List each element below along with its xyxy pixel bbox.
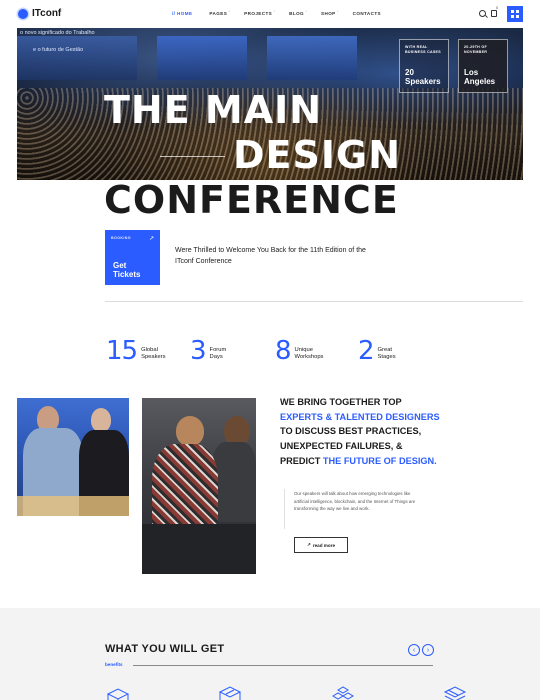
logo-mark-icon bbox=[18, 8, 28, 19]
get-tickets-label: Get Tickets bbox=[113, 260, 141, 279]
hero-screen-text-2: e o futuro de Gestão bbox=[33, 47, 84, 53]
site-header: ITconf // HOME PAGES • PROJECTS • BLOG • SH… bbox=[0, 0, 540, 28]
welcome-text: Were Thrilled to Welcome You Back for th… bbox=[175, 247, 366, 265]
box-icon bbox=[218, 686, 242, 700]
nav-item-shop[interactable]: SHOP • bbox=[321, 9, 338, 16]
speaker-note: Our speakers will talk about how emergin… bbox=[294, 491, 416, 512]
stat-workshops: 8 Unique Workshops bbox=[275, 336, 335, 366]
pitch-heading: WE BRING TOGETHER TOP EXPERTS & TALENTED… bbox=[280, 397, 440, 466]
arrow-right-icon: ↗ bbox=[306, 542, 311, 547]
blocks-icon bbox=[332, 686, 354, 700]
pitch-accent-bar bbox=[284, 489, 285, 529]
stat-label: Unique Workshops bbox=[294, 346, 324, 360]
stat-days: 3 Forum Days bbox=[190, 336, 236, 366]
location-box-kicker: 20-29TH OF NOVEMBER bbox=[464, 45, 488, 54]
hero-screen-right bbox=[267, 36, 357, 80]
stat-stages: 2 Great Stages bbox=[358, 336, 402, 366]
get-tickets-button[interactable]: BOOKING ↗ Get Tickets bbox=[105, 230, 160, 285]
chevron-right-icon: › bbox=[426, 646, 430, 654]
main-nav: // HOME PAGES • PROJECTS • BLOG • SHOP • CON… bbox=[172, 9, 398, 16]
headline-line-3: CONFERENCE bbox=[104, 178, 399, 222]
cart-count: 0 bbox=[496, 6, 498, 10]
hero-screen-center bbox=[157, 36, 247, 80]
nav-item-projects[interactable]: PROJECTS • bbox=[244, 9, 274, 16]
stat-label: Global Speakers bbox=[141, 346, 166, 360]
stat-number: 2 bbox=[358, 336, 375, 366]
hero-screen-text-1: o novo significado do Trabalho bbox=[20, 30, 95, 36]
benefits-kicker: benefits bbox=[105, 662, 123, 667]
location-box-value: Los Angeles bbox=[464, 68, 496, 86]
section-divider bbox=[105, 301, 523, 302]
stat-label: Great Stages bbox=[377, 346, 396, 360]
speakers-box-kicker: WITH REAL BUSINESS CASES bbox=[405, 45, 441, 54]
stat-number: 8 bbox=[275, 336, 292, 366]
page: ITconf // HOME PAGES • PROJECTS • BLOG • SH… bbox=[0, 0, 540, 700]
nav-item-contacts[interactable]: CONTACTS bbox=[353, 11, 381, 16]
hero-screen-left bbox=[17, 36, 137, 80]
headline-line-2: DESIGN bbox=[233, 133, 402, 177]
nav-item-home[interactable]: // HOME bbox=[172, 11, 192, 16]
headline-rule bbox=[160, 156, 225, 157]
stat-number: 3 bbox=[190, 336, 207, 366]
chevron-left-icon: ‹ bbox=[412, 646, 416, 654]
menu-grid-button[interactable] bbox=[507, 6, 523, 22]
audience-photo bbox=[17, 398, 129, 516]
headline-line-1: THE MAIN bbox=[104, 88, 323, 132]
booking-kicker: BOOKING bbox=[111, 236, 131, 240]
read-more-label: read more bbox=[312, 542, 336, 548]
arrow-up-right-icon: ↗ bbox=[148, 236, 154, 242]
read-more-button[interactable]: ↗ read more bbox=[294, 537, 348, 553]
benefits-title: WHAT YOU WILL GET bbox=[105, 643, 225, 655]
stat-label: Forum Days bbox=[209, 346, 227, 360]
cube-stack-icon bbox=[106, 688, 130, 700]
stat-number: 15 bbox=[106, 336, 138, 366]
benefits-rule bbox=[133, 665, 433, 666]
stat-speakers: 15 Global Speakers bbox=[106, 336, 175, 366]
search-icon[interactable] bbox=[479, 10, 486, 17]
logo-text: ITconf bbox=[32, 8, 62, 19]
next-arrow-button[interactable]: › bbox=[422, 644, 434, 656]
speakers-box-value: 20 Speakers bbox=[405, 68, 441, 86]
logo[interactable]: ITconf bbox=[18, 8, 61, 19]
speakers-box: WITH REAL BUSINESS CASES 20 Speakers bbox=[399, 39, 449, 93]
location-box: 20-29TH OF NOVEMBER Los Angeles bbox=[458, 39, 508, 93]
cart-icon[interactable] bbox=[491, 10, 497, 17]
layers-icon bbox=[443, 686, 467, 700]
nav-item-pages[interactable]: PAGES • bbox=[209, 9, 229, 16]
nav-item-blog[interactable]: BLOG • bbox=[289, 9, 306, 16]
speaker-photo bbox=[142, 398, 256, 574]
prev-arrow-button[interactable]: ‹ bbox=[408, 644, 420, 656]
